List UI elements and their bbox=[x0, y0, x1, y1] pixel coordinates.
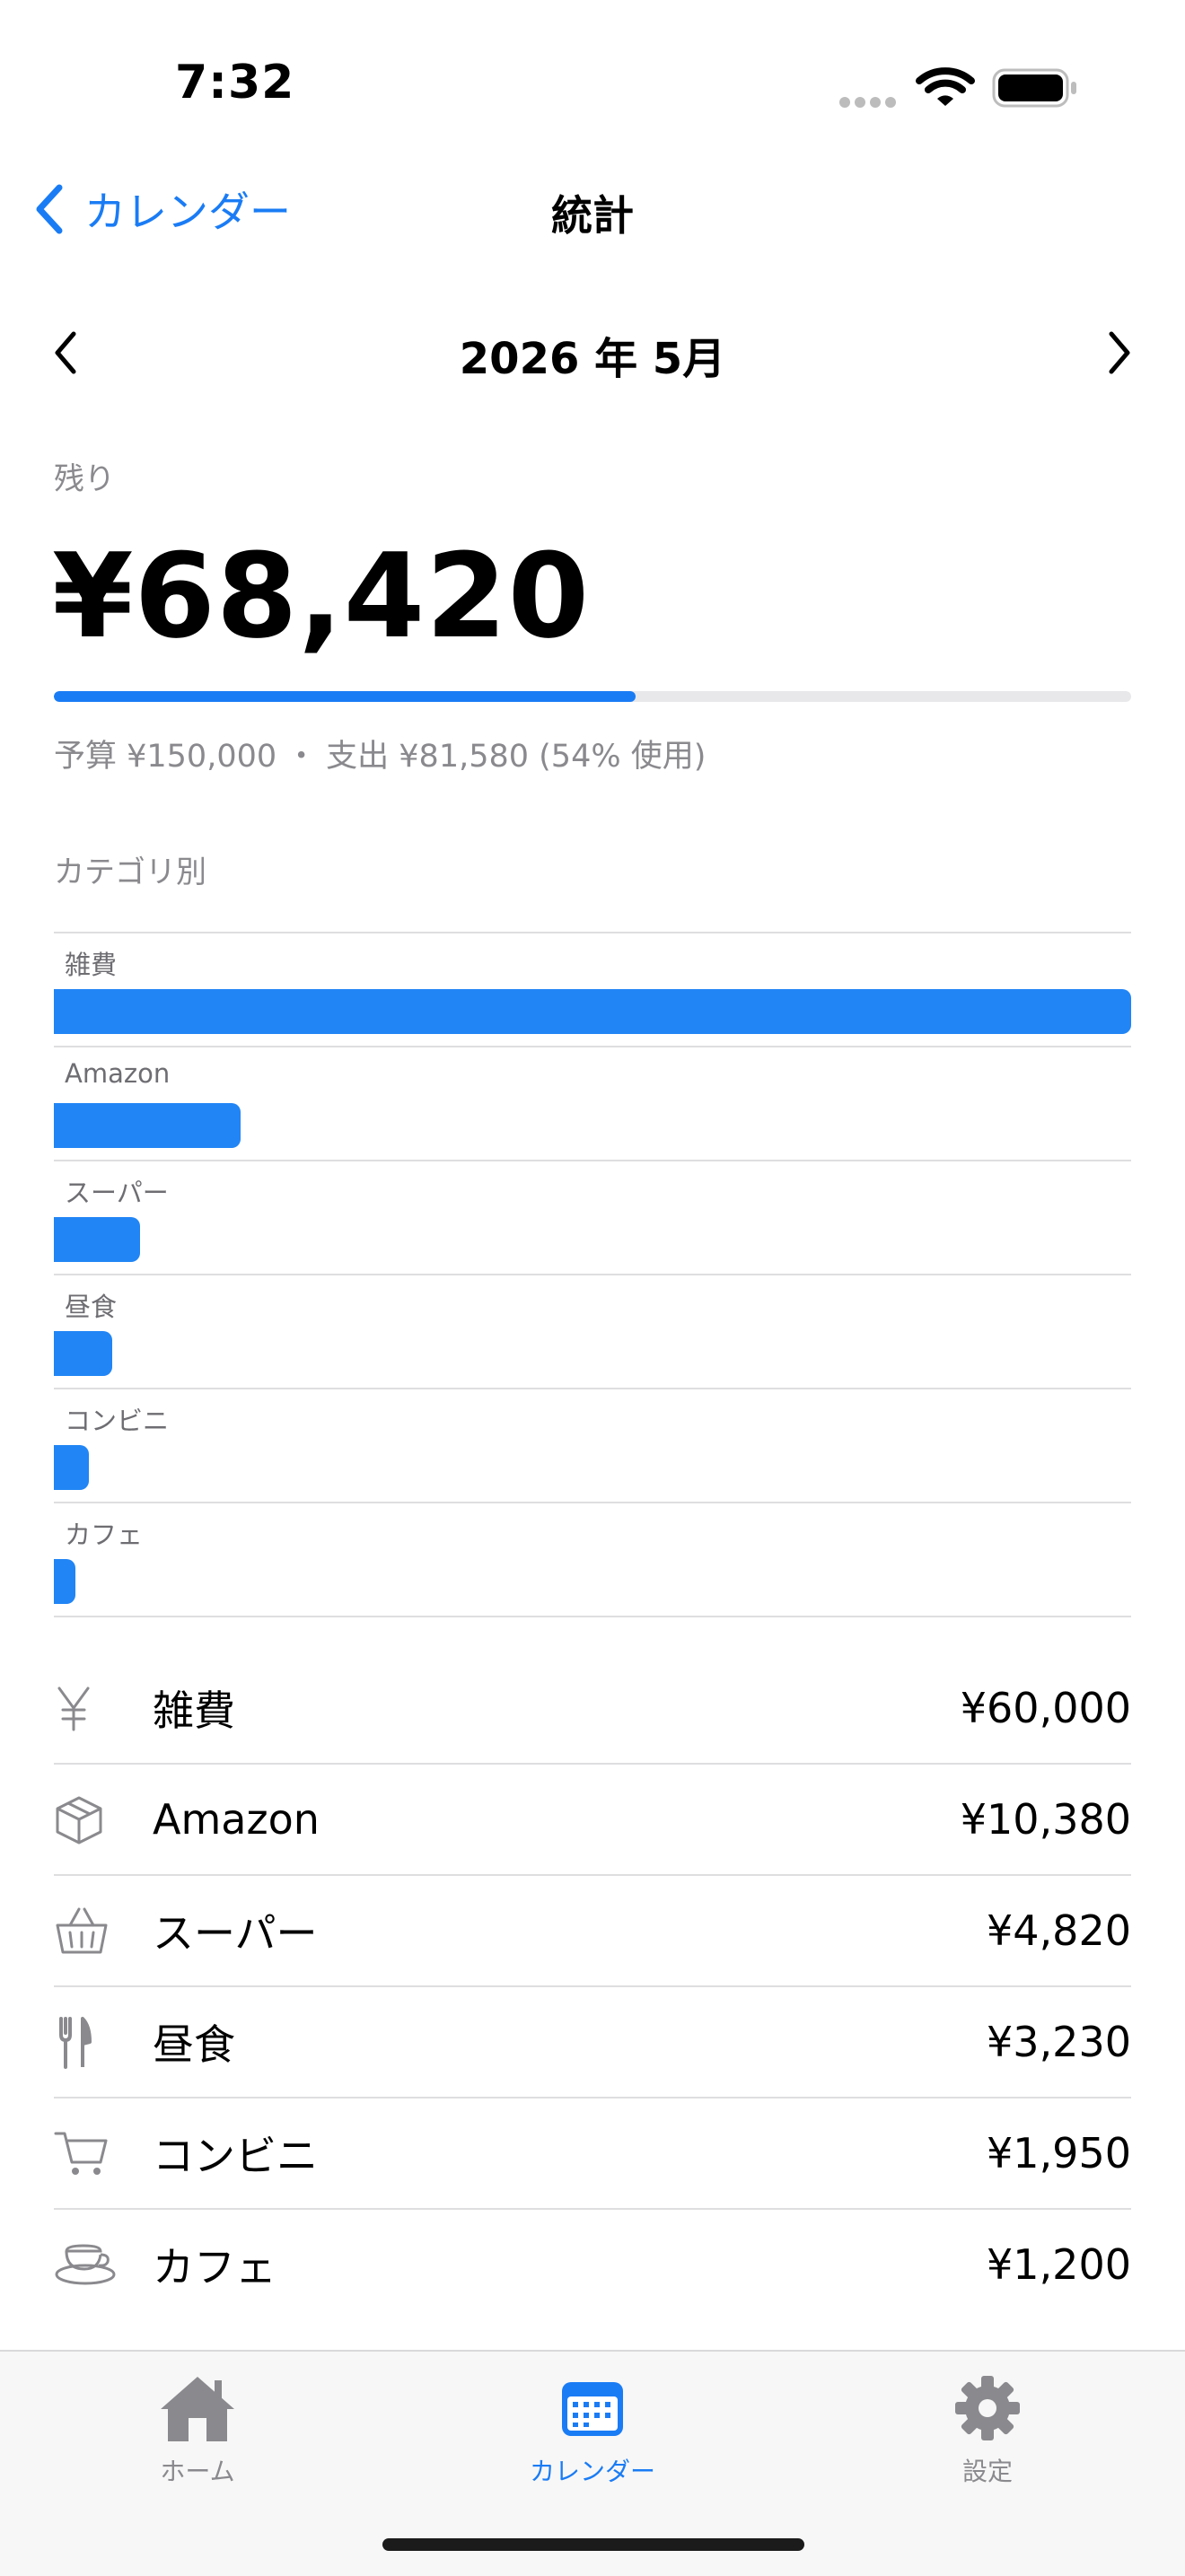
status-time: 7:32 bbox=[175, 56, 295, 110]
category-name: カフェ bbox=[153, 2243, 276, 2291]
next-month-button[interactable] bbox=[1106, 330, 1133, 379]
remaining-value: ¥68,420 bbox=[52, 528, 591, 664]
category-name: Amazon bbox=[153, 1795, 320, 1844]
remaining-label: 残り bbox=[54, 461, 115, 497]
category-row[interactable]: スーパー ¥4,820 bbox=[54, 1876, 1131, 1987]
calendar-icon bbox=[458, 2370, 727, 2447]
yen-icon bbox=[54, 1677, 153, 1739]
tab-label: 設定 bbox=[961, 2457, 1013, 2486]
category-amount: ¥3,230 bbox=[987, 2018, 1131, 2066]
month-label: 2026 年 5月 bbox=[459, 334, 726, 384]
category-bar-chart: 雑費 Amazon スーパー昼食コンビニカフェ bbox=[54, 932, 1131, 1617]
category-amount: ¥1,200 bbox=[987, 2240, 1131, 2289]
home-indicator bbox=[382, 2538, 804, 2551]
category-name: 雑費 bbox=[153, 1687, 235, 1735]
tab-label: ホーム bbox=[160, 2457, 235, 2486]
chevron-left-icon bbox=[55, 331, 76, 374]
budget-summary: 予算 ¥150,000 ・支出 ¥81,580 (54% 使用) bbox=[54, 731, 706, 776]
category-amount: ¥4,820 bbox=[987, 1906, 1131, 1955]
chart-row: 雑費 bbox=[54, 932, 1131, 1046]
cup-icon bbox=[54, 2233, 153, 2296]
category-row[interactable]: カフェ ¥1,200 bbox=[54, 2210, 1131, 2319]
basket-icon bbox=[54, 1899, 153, 1962]
budget-progress-bar bbox=[54, 691, 1131, 702]
category-row[interactable]: 雑費 ¥60,000 bbox=[54, 1653, 1131, 1765]
tab-home[interactable]: ホーム bbox=[63, 2370, 332, 2488]
chart-bar-label: スーパー bbox=[65, 1178, 169, 1208]
chart-bar-label: Amazon bbox=[65, 1058, 171, 1089]
chart-bar-label: 雑費 bbox=[65, 950, 118, 980]
category-row[interactable]: コンビニ ¥1,950 bbox=[54, 2098, 1131, 2210]
chart-row: コンビニ bbox=[54, 1388, 1131, 1502]
battery-icon bbox=[992, 68, 1078, 111]
wifi-icon bbox=[916, 65, 975, 111]
budget-progress-fill bbox=[54, 691, 636, 702]
summary-separator: ・ bbox=[285, 739, 318, 775]
tab-settings[interactable]: 設定 bbox=[853, 2370, 1122, 2488]
category-row[interactable]: Amazon ¥10,380 bbox=[54, 1765, 1131, 1876]
category-section-title: カテゴリ別 bbox=[54, 854, 206, 890]
chart-row: カフェ bbox=[54, 1502, 1131, 1617]
cellular-signal-icon bbox=[839, 94, 902, 108]
chart-bar-label: カフェ bbox=[65, 1520, 144, 1550]
category-amount: ¥1,950 bbox=[987, 2129, 1131, 2177]
chart-bar bbox=[54, 1331, 112, 1376]
page-title: 統計 bbox=[551, 191, 634, 240]
category-name: スーパー bbox=[153, 1909, 318, 1958]
category-row[interactable]: 昼食 ¥3,230 bbox=[54, 1987, 1131, 2098]
chart-bar bbox=[54, 1559, 75, 1604]
spent-text: 支出 ¥81,580 (54% 使用) bbox=[326, 739, 707, 775]
house-icon bbox=[63, 2370, 332, 2447]
fork-knife-icon bbox=[54, 2011, 153, 2073]
category-amount: ¥60,000 bbox=[960, 1684, 1131, 1732]
tab-calendar[interactable]: カレンダー bbox=[458, 2370, 727, 2488]
chart-bar-label: 昼食 bbox=[65, 1292, 118, 1322]
cart-icon bbox=[54, 2122, 153, 2185]
category-list: 雑費 ¥60,000 Amazon ¥10,380 スーパー ¥4,820 昼食 ¥3,230… bbox=[54, 1653, 1131, 2319]
gear-icon bbox=[853, 2370, 1122, 2447]
chart-bar bbox=[54, 1217, 141, 1262]
chevron-right-icon bbox=[1109, 331, 1130, 374]
box-icon bbox=[54, 1788, 153, 1851]
category-amount: ¥10,380 bbox=[960, 1795, 1131, 1844]
chart-bar bbox=[54, 989, 1131, 1034]
chart-bar-label: コンビニ bbox=[65, 1406, 170, 1436]
chart-row: 昼食 bbox=[54, 1274, 1131, 1388]
chart-bar bbox=[54, 1103, 241, 1148]
chart-row: Amazon bbox=[54, 1046, 1131, 1160]
previous-month-button[interactable] bbox=[52, 330, 79, 379]
chart-row: スーパー bbox=[54, 1160, 1131, 1274]
budget-text: 予算 ¥150,000 bbox=[54, 739, 277, 775]
chart-bar bbox=[54, 1445, 89, 1490]
tab-label: カレンダー bbox=[529, 2457, 655, 2486]
category-name: 昼食 bbox=[153, 2020, 235, 2069]
category-name: コンビニ bbox=[153, 2132, 318, 2180]
